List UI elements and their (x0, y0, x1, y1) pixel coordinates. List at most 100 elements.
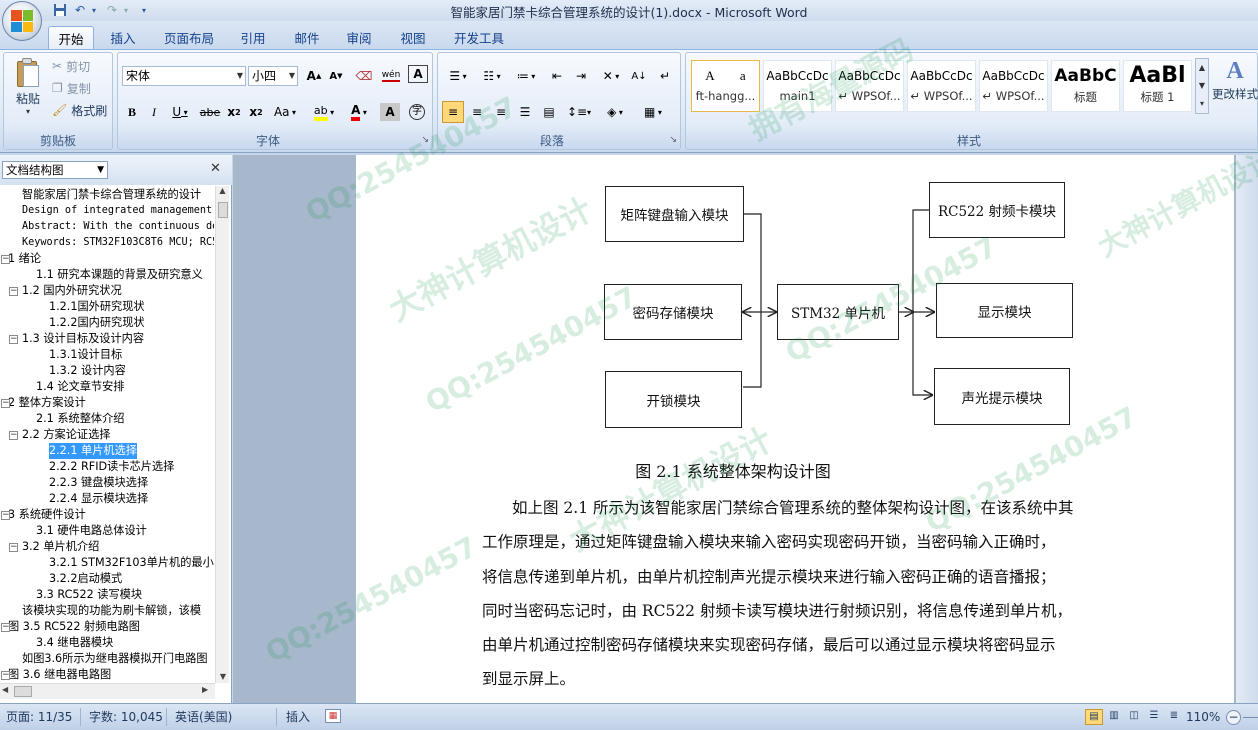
styles-scroll[interactable]: ▲ ▼ ▾ (1195, 58, 1209, 114)
nav-item[interactable]: 2 整体方案设计 (8, 395, 86, 411)
tab-page-layout[interactable]: 页面布局 (156, 26, 222, 49)
decrease-indent-button[interactable]: ⇤ (546, 65, 568, 87)
tab-review[interactable]: 审阅 (336, 26, 382, 49)
bold-button[interactable]: B (122, 101, 142, 123)
page-count[interactable]: 页面: 11/35 (6, 709, 72, 725)
nav-horizontal-scrollbar[interactable]: ◀ ▶ (0, 683, 215, 699)
nav-item[interactable]: 3.2.1 STM32F103单片机的最小 (49, 555, 214, 571)
underline-button[interactable]: U ▾ (166, 101, 194, 123)
nav-item[interactable]: 3.3 RC522 读写模块 (36, 587, 142, 603)
nav-item[interactable]: 1.3 设计目标及设计内容 (22, 331, 144, 347)
shading-button[interactable]: ◈ ▾ (598, 101, 632, 123)
tab-mailings[interactable]: 邮件 (284, 26, 330, 49)
align-left-button[interactable]: ≡ (442, 101, 464, 123)
nav-item[interactable]: 2.2.4 显示模块选择 (49, 491, 148, 507)
collapse-toggle-icon[interactable]: − (9, 431, 18, 440)
nav-item[interactable]: 3.2 单片机介绍 (22, 539, 99, 555)
redo-dropdown-icon[interactable]: ▾ (118, 2, 134, 18)
multilevel-list-button[interactable]: ≔ ▾ (510, 65, 542, 87)
style-item[interactable]: AaBbCcDc ↵ WPSOf... (907, 60, 976, 112)
nav-item[interactable]: 2.1 系统整体介绍 (36, 411, 124, 427)
italic-button[interactable]: I (144, 101, 164, 123)
language-indicator[interactable]: 英语(美国) (175, 709, 232, 725)
nav-item[interactable]: 1 绪论 (8, 251, 41, 267)
scroll-thumb[interactable] (14, 686, 32, 697)
line-spacing-button[interactable]: ↕≡ ▾ (564, 101, 594, 123)
phonetic-guide-button[interactable]: wén (379, 65, 403, 87)
nav-item[interactable]: 1.3.1设计目标 (49, 347, 122, 363)
distributed-button[interactable]: ▤ (538, 101, 560, 123)
nav-item[interactable]: 1.2.2国内研究现状 (49, 315, 145, 331)
cut-button[interactable]: ✂ 剪切 (52, 55, 110, 77)
scroll-up-icon[interactable]: ▲ (216, 186, 229, 195)
align-right-button[interactable]: ≡ (490, 101, 512, 123)
collapse-toggle-icon[interactable]: − (1, 511, 10, 520)
scroll-left-icon[interactable]: ◀ (2, 685, 8, 694)
style-item[interactable]: AaBbCcDc ↵ WPSOf... (835, 60, 904, 112)
nav-item[interactable]: 该模块实现的功能为刷卡解锁，该模 (22, 603, 201, 619)
nav-item[interactable]: 如图3.6所示为继电器模拟开门电路图 (22, 651, 208, 667)
nav-item[interactable]: 3.4 继电器模块 (36, 635, 113, 651)
outline-view-icon[interactable]: ☰ (1145, 709, 1163, 725)
print-layout-icon[interactable]: ▤ (1085, 709, 1103, 725)
save-icon[interactable] (52, 2, 68, 18)
paste-button[interactable]: 粘贴 ▾ (9, 55, 47, 125)
align-center-button[interactable]: ≡ (466, 101, 488, 123)
character-border-button[interactable]: A (408, 65, 428, 83)
document-vertical-scrollbar[interactable] (1236, 155, 1258, 703)
nav-item[interactable]: 图 3.6 继电器电路图 (8, 667, 111, 682)
font-family-combo[interactable]: 宋体 ▼ (122, 66, 246, 86)
nav-item[interactable]: Design of integrated management (22, 203, 212, 219)
tab-view[interactable]: 视图 (390, 26, 436, 49)
zoom-level[interactable]: 110% (1186, 709, 1220, 725)
nav-item[interactable]: 1.4 论文章节安排 (36, 379, 124, 395)
customize-toolbar-icon[interactable]: ▾ (136, 2, 152, 18)
scroll-right-icon[interactable]: ▶ (202, 685, 208, 694)
shrink-font-button[interactable]: A ▼ (326, 65, 346, 87)
style-item[interactable]: A a ft-hangg... (691, 60, 760, 112)
change-styles-button[interactable]: A 更改样式 (1212, 56, 1258, 114)
clear-formatting-button[interactable]: ⌫ (353, 65, 375, 87)
nav-item[interactable]: 1.2 国内外研究状况 (22, 283, 122, 299)
zoom-slider[interactable] (1243, 717, 1258, 718)
style-item[interactable]: AaBbCcDc ↵ WPSOf... (979, 60, 1048, 112)
collapse-toggle-icon[interactable]: − (9, 335, 18, 344)
highlight-button[interactable]: ab ▾ (308, 101, 340, 123)
dialog-launcher-icon[interactable]: ↘ (421, 135, 429, 145)
font-size-combo[interactable]: 小四 ▼ (248, 66, 298, 86)
copy-button[interactable]: ❐ 复制 (52, 77, 110, 99)
nav-item[interactable]: 2.2.2 RFID读卡芯片选择 (49, 459, 174, 475)
dialog-launcher-icon[interactable]: ↘ (669, 135, 677, 145)
font-color-button[interactable]: A ▾ (344, 101, 374, 123)
tab-developer[interactable]: 开发工具 (446, 26, 512, 49)
nav-item[interactable]: 1.2.1国外研究现状 (49, 299, 145, 315)
increase-indent-button[interactable]: ⇥ (570, 65, 592, 87)
grow-font-button[interactable]: A ▲ (304, 65, 324, 87)
style-item[interactable]: AaBl 标题 1 (1123, 60, 1192, 112)
collapse-toggle-icon[interactable]: − (1, 623, 10, 632)
collapse-toggle-icon[interactable]: − (1, 255, 10, 264)
collapse-toggle-icon[interactable]: − (9, 287, 18, 296)
insert-mode-indicator[interactable]: 插入 (286, 709, 310, 725)
format-painter-button[interactable]: 🖌 格式刷 (52, 99, 112, 121)
nav-item[interactable]: Keywords: STM32F103C8T6 MCU; RC5 (22, 235, 214, 251)
scroll-up-icon[interactable]: ▲ (1196, 59, 1208, 77)
numbering-button[interactable]: ☷ ▾ (476, 65, 508, 87)
pane-type-select[interactable]: 文档结构图 ▼ (2, 161, 108, 179)
nav-item[interactable]: 2.2 方案论证选择 (22, 427, 110, 443)
full-screen-reading-icon[interactable]: ▥ (1105, 709, 1123, 725)
change-case-button[interactable]: Aa ▾ (270, 101, 300, 123)
bullets-button[interactable]: ☰ ▾ (442, 65, 474, 87)
nav-item[interactable]: 3.1 硬件电路总体设计 (36, 523, 147, 539)
tab-insert[interactable]: 插入 (100, 26, 146, 49)
scroll-thumb[interactable] (218, 202, 228, 218)
word-count[interactable]: 字数: 10,045 (89, 709, 163, 725)
undo-dropdown-icon[interactable]: ▾ (86, 2, 102, 18)
tab-home[interactable]: 开始 (48, 26, 94, 49)
scroll-down-icon[interactable]: ▼ (1196, 77, 1208, 95)
more-styles-icon[interactable]: ▾ (1196, 95, 1208, 113)
web-layout-icon[interactable]: ◫ (1125, 709, 1143, 725)
collapse-toggle-icon[interactable]: − (9, 543, 18, 552)
macro-record-icon[interactable]: ▦ (325, 709, 341, 723)
style-item[interactable]: AaBbCcDc main1 (763, 60, 832, 112)
